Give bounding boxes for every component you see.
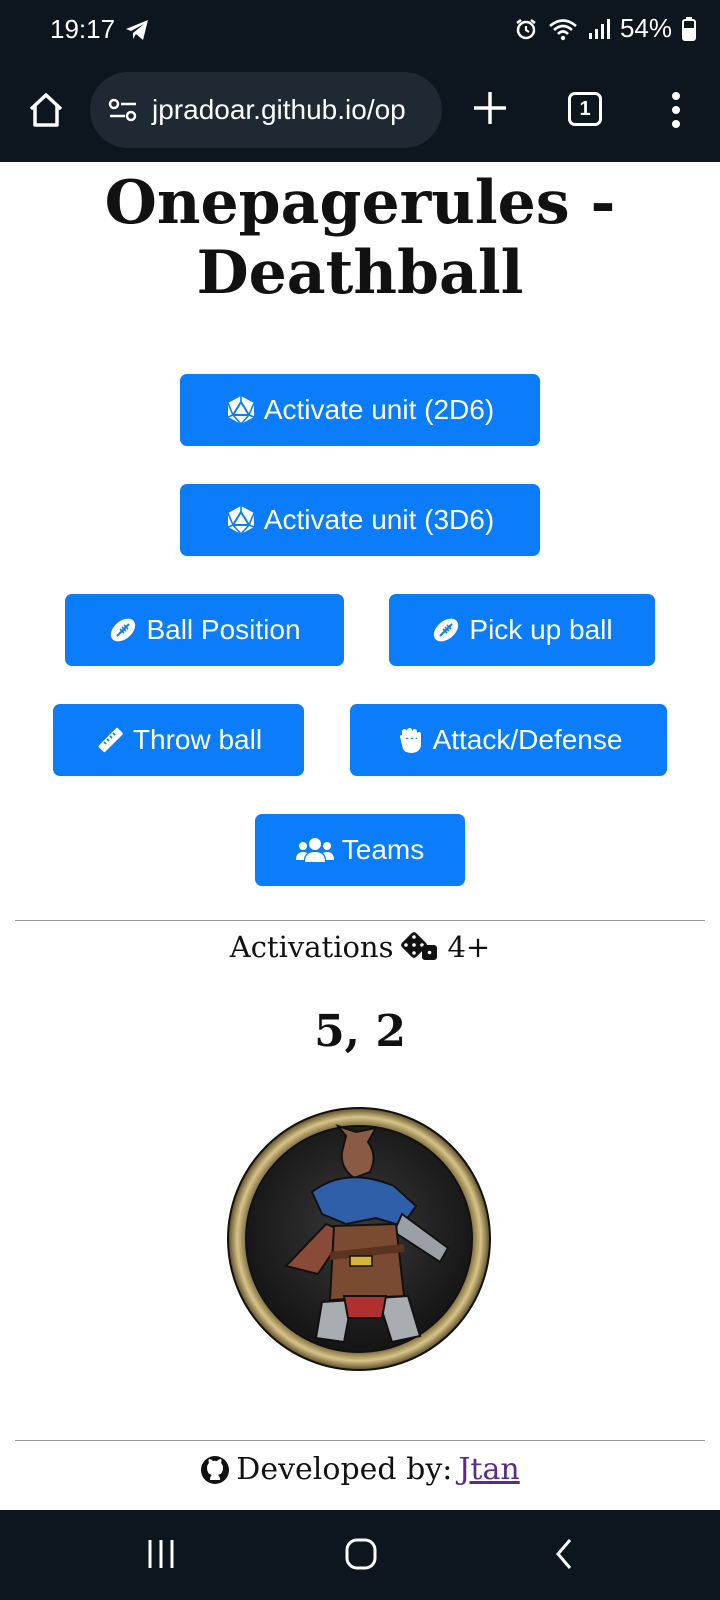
telegram-icon xyxy=(126,20,148,40)
site-settings-icon[interactable] xyxy=(108,97,138,123)
tab-count: 1 xyxy=(579,97,591,120)
github-icon xyxy=(201,1455,230,1484)
attack-defense-label: Attack/Defense xyxy=(432,724,623,755)
system-nav-bar xyxy=(0,1510,720,1600)
author-link[interactable]: Jtan xyxy=(458,1452,519,1487)
users-icon xyxy=(295,838,334,862)
battery-icon xyxy=(682,16,696,41)
ball-position-button[interactable]: Ball Position xyxy=(65,594,344,666)
activations-row: Activations 4+ xyxy=(0,930,720,964)
address-bar[interactable]: jpradoar.github.io/op xyxy=(90,72,442,148)
home-icon[interactable] xyxy=(26,90,66,130)
d20-icon xyxy=(227,396,255,425)
dice-icon xyxy=(401,932,438,960)
status-bar: 19:17 54% xyxy=(0,0,720,60)
developed-by-label: Developed by: xyxy=(236,1452,453,1487)
fist-icon xyxy=(399,728,421,753)
ruler-icon xyxy=(98,727,123,753)
alarm-icon xyxy=(516,18,536,39)
status-icons: 54% xyxy=(514,13,696,44)
more-menu-icon[interactable] xyxy=(666,90,686,130)
activations-threshold: 4+ xyxy=(447,930,491,964)
wifi-icon xyxy=(549,18,577,40)
unit-portrait xyxy=(227,1107,491,1371)
ball-position-label: Ball Position xyxy=(146,614,301,645)
browser-toolbar: jpradoar.github.io/op 1 xyxy=(0,60,720,162)
teams-label: Teams xyxy=(341,834,425,865)
activate-unit-3d6-button[interactable]: Activate unit (3D6) xyxy=(180,484,540,556)
divider-bottom xyxy=(15,1440,705,1441)
throw-ball-label: Throw ball xyxy=(132,724,263,755)
d20-icon xyxy=(227,506,255,535)
divider-top xyxy=(15,920,705,921)
status-time: 19:17 xyxy=(50,14,116,44)
roll-result: 5, 2 xyxy=(314,1006,406,1057)
activations-label: Activations xyxy=(229,930,394,964)
back-icon[interactable] xyxy=(552,1532,576,1576)
tab-switcher-icon[interactable]: 1 xyxy=(568,92,602,126)
football-icon xyxy=(434,618,459,642)
signal-icon xyxy=(588,18,610,39)
url-text: jpradoar.github.io/op xyxy=(152,94,406,125)
throw-ball-button[interactable]: Throw ball xyxy=(53,704,304,776)
teams-button[interactable]: Teams xyxy=(255,814,465,886)
pick-up-ball-button[interactable]: Pick up ball xyxy=(389,594,655,666)
activate-unit-3d6-label: Activate unit (3D6) xyxy=(263,504,495,535)
activate-unit-2d6-button[interactable]: Activate unit (2D6) xyxy=(180,374,540,446)
attack-defense-button[interactable]: Attack/Defense xyxy=(350,704,667,776)
page-title: Onepagerules - Deathball xyxy=(104,168,616,308)
recent-apps-icon[interactable] xyxy=(146,1532,176,1576)
battery-percent: 54% xyxy=(619,13,672,43)
football-icon xyxy=(111,618,136,642)
home-nav-icon[interactable] xyxy=(344,1532,378,1576)
pick-up-ball-label: Pick up ball xyxy=(469,614,613,645)
new-tab-icon[interactable] xyxy=(470,86,510,130)
activate-unit-2d6-label: Activate unit (2D6) xyxy=(263,394,495,425)
footer: Developed by: Jtan xyxy=(0,1452,720,1487)
